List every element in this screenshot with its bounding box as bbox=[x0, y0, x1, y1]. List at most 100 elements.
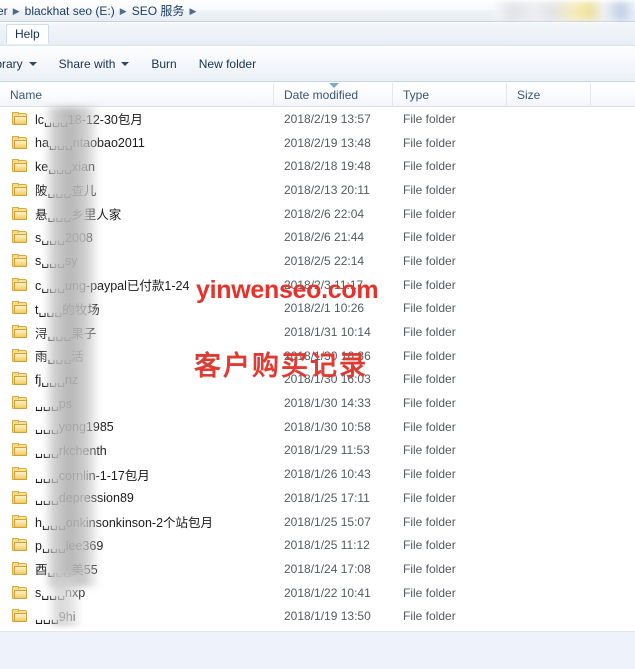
table-row[interactable]: ha␣␣␣ntaobao2011 2018/2/19 13:48 File fold… bbox=[0, 131, 635, 155]
file-size-cell bbox=[507, 533, 591, 557]
folder-icon bbox=[12, 348, 28, 363]
column-header-name[interactable]: Name bbox=[0, 82, 274, 107]
file-type-cell: File folder bbox=[403, 561, 456, 576]
file-name-cell: ␣␣␣depression89 bbox=[0, 486, 274, 510]
column-header-row: Name Date modified Type Size bbox=[0, 82, 635, 107]
file-date-cell: 2018/2/5 22:14 bbox=[284, 253, 365, 268]
file-name-label: h␣␣␣onkinsonkinson-2个站包月 bbox=[35, 516, 214, 531]
file-name-cell: lc␣␣␣18-12-30包月 bbox=[0, 107, 274, 131]
table-row[interactable]: ␣␣␣9hi 2018/1/19 13:50 File folder bbox=[0, 604, 635, 628]
table-row[interactable]: ␣␣␣rkchenth 2018/1/29 11:53 File folder bbox=[0, 439, 635, 463]
column-header-type[interactable]: Type bbox=[393, 82, 507, 107]
file-list[interactable]: lc␣␣␣18-12-30包月 2018/2/19 13:57 File folde… bbox=[0, 107, 635, 631]
file-type-cell: File folder bbox=[403, 538, 456, 553]
breadcrumb-item-1[interactable]: blackhat seo (E:) bbox=[22, 1, 118, 21]
table-row[interactable]: ke␣␣␣xian 2018/2/18 19:48 File folder bbox=[0, 154, 635, 178]
file-name-cell: ␣␣␣9hi bbox=[0, 604, 274, 628]
file-date-cell: 2018/1/25 17:11 bbox=[284, 490, 370, 505]
file-name-label: ke␣␣␣xian bbox=[35, 159, 95, 174]
file-name-label: ␣␣␣ps bbox=[35, 396, 73, 411]
file-date-cell: 2018/2/19 13:57 bbox=[284, 111, 371, 126]
column-header-spacer bbox=[591, 83, 635, 107]
breadcrumb-item-0[interactable]: er bbox=[0, 1, 11, 21]
file-name-cell: c␣␣␣ung-paypal已付款1-24 bbox=[0, 273, 274, 297]
table-row[interactable]: t␣␣␣的牧场 2018/2/1 10:26 File folder bbox=[0, 297, 635, 321]
file-type-cell: File folder bbox=[403, 253, 456, 268]
file-name-label: ha␣␣␣ntaobao2011 bbox=[35, 136, 145, 151]
menu-item-help[interactable]: Help bbox=[6, 24, 49, 44]
breadcrumb-item-2[interactable]: SEO 服务 bbox=[129, 1, 188, 21]
folder-icon bbox=[12, 609, 28, 623]
folder-icon bbox=[12, 396, 28, 410]
file-size-cell bbox=[507, 249, 591, 273]
share-with-button[interactable]: Share with bbox=[51, 52, 138, 76]
file-size-cell bbox=[507, 107, 591, 131]
table-row[interactable]: 悬␣␣␣乡里人家 2018/2/6 22:04 File folder bbox=[0, 202, 635, 226]
table-row[interactable]: s␣␣␣2008 2018/2/6 21:44 File folder bbox=[0, 225, 635, 249]
file-name-cell: h␣␣␣onkinsonkinson-2个站包月 bbox=[0, 510, 274, 534]
table-row[interactable]: h␣␣␣onkinsonkinson-2个站包月 2018/1/25 15:07 F… bbox=[0, 510, 635, 534]
column-header-name-label: Name bbox=[10, 87, 43, 102]
table-row[interactable]: s␣␣␣sy 2018/2/5 22:14 File folder bbox=[0, 249, 635, 273]
file-name-cell: ␣␣␣rkchenth bbox=[0, 439, 274, 463]
table-row[interactable]: ␣␣␣depression89 2018/1/25 17:11 File folde… bbox=[0, 486, 635, 510]
table-row[interactable]: 浔␣␣␣果子 2018/1/31 10:14 File folder bbox=[0, 320, 635, 344]
new-folder-button[interactable]: New folder bbox=[191, 52, 264, 76]
redacted-toolbar-region bbox=[495, 2, 635, 20]
folder-icon bbox=[12, 514, 28, 529]
file-date-cell: 2018/1/25 11:12 bbox=[284, 538, 370, 553]
explorer-window: er ▶ blackhat seo (E:) ▶ SEO 服务 ▶ Help l… bbox=[0, 0, 635, 669]
file-name-cell: 浔␣␣␣果子 bbox=[0, 320, 274, 344]
file-name-cell: ␣␣␣yong1985 bbox=[0, 415, 274, 439]
file-type-cell: File folder bbox=[403, 419, 456, 434]
folder-icon bbox=[12, 419, 28, 434]
table-row[interactable]: 雨␣␣␣活 2018/1/30 16:36 File folder bbox=[0, 344, 635, 368]
table-row[interactable]: 陂␣␣␣查儿 2018/2/13 20:11 File folder bbox=[0, 178, 635, 202]
file-name-cell: ke␣␣␣xian bbox=[0, 154, 274, 178]
column-header-size[interactable]: Size bbox=[507, 82, 591, 107]
burn-button[interactable]: Burn bbox=[143, 52, 184, 76]
file-date-cell: 2018/2/13 20:11 bbox=[284, 182, 370, 197]
file-date-cell: 2018/1/29 11:53 bbox=[284, 443, 370, 458]
table-row[interactable]: ␣␣␣cornlin-1-17包月 2018/1/26 10:43 File fol… bbox=[0, 462, 635, 486]
file-size-cell bbox=[507, 178, 591, 202]
file-name-label: ␣␣␣rkchenth bbox=[35, 443, 107, 458]
file-size-cell bbox=[507, 486, 591, 510]
include-in-library-button[interactable]: library bbox=[0, 52, 45, 76]
table-row[interactable]: p␣␣␣lee369 2018/1/25 11:12 File folder bbox=[0, 533, 635, 557]
file-size-cell bbox=[507, 439, 591, 463]
file-size-cell bbox=[507, 273, 591, 297]
file-type-cell: File folder bbox=[403, 443, 456, 458]
file-name-label: fj␣␣␣nz bbox=[35, 372, 79, 387]
sort-descending-icon bbox=[329, 82, 339, 88]
folder-icon bbox=[12, 490, 28, 505]
include-in-library-label: library bbox=[0, 56, 23, 71]
table-row[interactable]: ␣␣␣yong1985 2018/1/30 10:58 File folder bbox=[0, 415, 635, 439]
file-type-cell: File folder bbox=[403, 277, 456, 292]
table-row[interactable]: s␣␣␣nxp 2018/1/22 10:41 File folder bbox=[0, 581, 635, 605]
file-date-cell: 2018/1/22 10:41 bbox=[284, 585, 371, 600]
new-folder-label: New folder bbox=[198, 56, 257, 71]
table-row[interactable]: lc␣␣␣18-12-30包月 2018/2/19 13:57 File folde… bbox=[0, 107, 635, 131]
folder-icon bbox=[12, 206, 28, 221]
folder-icon bbox=[12, 561, 28, 576]
file-date-cell: 2018/1/24 17:08 bbox=[284, 561, 371, 576]
table-row[interactable]: ␣␣␣ps 2018/1/30 14:33 File folder bbox=[0, 391, 635, 415]
file-size-cell bbox=[507, 320, 591, 344]
details-pane bbox=[0, 631, 635, 669]
file-name-label: 陂␣␣␣查儿 bbox=[35, 184, 97, 199]
file-date-cell: 2018/1/30 14:33 bbox=[284, 396, 371, 411]
breadcrumb[interactable]: er ▶ blackhat seo (E:) ▶ SEO 服务 ▶ bbox=[0, 1, 198, 21]
file-name-cell: ha␣␣␣ntaobao2011 bbox=[0, 131, 274, 155]
table-row[interactable]: c␣␣␣ung-paypal已付款1-24 2018/2/3 11:17 File … bbox=[0, 273, 635, 297]
table-row[interactable]: 酉␣␣␣美55 2018/1/24 17:08 File folder bbox=[0, 557, 635, 581]
chevron-down-icon bbox=[121, 61, 130, 66]
address-bar[interactable]: er ▶ blackhat seo (E:) ▶ SEO 服务 ▶ bbox=[0, 0, 635, 22]
file-date-cell: 2018/2/18 19:48 bbox=[284, 159, 371, 174]
column-header-size-label: Size bbox=[517, 87, 541, 102]
column-header-date-modified[interactable]: Date modified bbox=[274, 82, 393, 107]
table-row[interactable]: fj␣␣␣nz 2018/1/30 16:03 File folder bbox=[0, 368, 635, 392]
file-type-cell: File folder bbox=[403, 325, 456, 340]
file-type-cell: File folder bbox=[403, 111, 456, 126]
file-type-cell: File folder bbox=[403, 230, 456, 245]
